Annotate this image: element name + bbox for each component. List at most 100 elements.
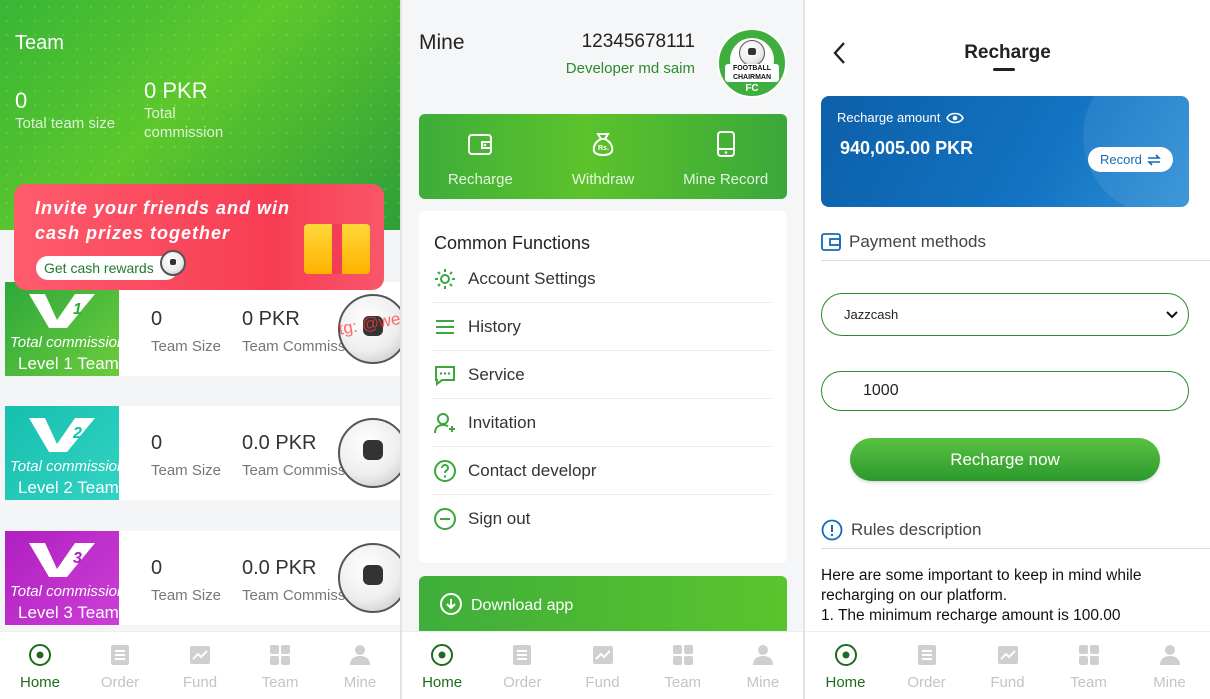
tab-order[interactable]: Order [886,632,967,699]
account-settings-item[interactable]: Account Settings [432,255,773,303]
soccer-ball-icon [429,642,455,668]
tab-order[interactable]: Order [80,632,160,699]
recharge-now-button[interactable]: Recharge now [850,438,1160,481]
tab-label: Order [100,674,140,691]
user-icon [1157,642,1183,668]
user-id: 12345678111 [581,31,695,52]
mine-panel: Mine 12345678111 Developer md saim FOOTB… [402,0,803,699]
total-commission-tag: Total commission [10,583,125,600]
tab-label: Fund [990,674,1025,691]
tab-team[interactable]: Team [240,632,320,699]
tab-label: Mine [746,674,780,691]
list-icon [107,642,133,668]
logo-line2: CHAIRMAN [732,74,772,81]
recharge-panel: Recharge Recharge amount 940,005.00 PKR … [805,0,1210,699]
tab-team[interactable]: Team [1048,632,1129,699]
tab-home[interactable]: Home [805,632,886,699]
invitation-item[interactable]: Invitation [432,399,773,447]
tab-fund[interactable]: Fund [562,632,642,699]
tab-order[interactable]: Order [482,632,562,699]
tab-home[interactable]: Home [0,632,80,699]
commission-word: commission [41,458,126,475]
tab-label: Team [664,674,702,691]
gear-icon [432,266,458,292]
commission-word: commission [41,583,126,600]
grid-icon [267,642,293,668]
team-size-label: Team Size [151,587,222,604]
tab-label: Home [422,674,463,691]
grid-icon [670,642,696,668]
level-3-card[interactable]: 3 Total commission Level 3 Team 0 Team S… [5,531,400,625]
info-icon [821,519,843,540]
tab-fund[interactable]: Fund [967,632,1048,699]
page-title: Recharge [964,42,1051,63]
chevron-down-icon [1166,308,1178,322]
vip-v-icon: 1 [29,294,95,328]
team-size-value: 0 [151,308,163,330]
team-size-label: Team Size [151,338,222,355]
avatar[interactable]: FOOTBALL CHAIRMAN FC [717,28,787,98]
team-size-label: Total team size [15,115,116,132]
payment-method-select[interactable]: Jazzcash [821,293,1189,336]
action-label: Mine Record [683,171,769,188]
question-icon [432,458,458,484]
mine-record-button[interactable]: Mine Record [664,114,787,199]
team-size-value: 0 [15,88,28,113]
sign-out-item[interactable]: Sign out [432,495,773,543]
soccer-ball-icon [27,642,53,668]
item-label: Account Settings [468,268,596,288]
action-label: Withdraw [571,171,635,188]
chat-icon [432,362,458,388]
level-2-card[interactable]: 2 Total commission Level 2 Team 0 Team S… [5,406,400,500]
tab-mine[interactable]: Mine [1129,632,1210,699]
invite-banner[interactable]: Invite your friends and win cash prizes t… [14,184,384,290]
contact-developer-item[interactable]: Contact developr [432,447,773,495]
rules-item-1: 1. The minimum recharge amount is 100.00 [821,607,1121,624]
tab-label: Order [907,674,946,691]
level-3-badge: 3 Total commission Level 3 Team [5,531,125,625]
team-size-label: Team Size [151,462,222,479]
add-user-icon [432,410,458,436]
service-item[interactable]: Service [432,351,773,399]
amount-input[interactable] [821,371,1189,411]
total-commission-tag: Total commission [10,334,125,351]
title-underline [993,68,1015,71]
level-label: Level 1 Team [18,354,119,373]
record-button[interactable]: Record [1088,147,1173,172]
get-cash-rewards-button[interactable]: Get cash rewards [36,256,178,280]
tab-label: Mine [343,674,377,691]
download-label: Download app [471,597,574,614]
team-panel: Team 0 Total team size 0 PKR Total commis… [0,0,400,699]
quick-actions: Recharge Rs. Withdraw Mine Record [419,114,787,199]
logo-text: FOOTBALL CHAIRMAN [725,64,779,82]
chart-icon [995,642,1021,668]
tab-fund[interactable]: Fund [160,632,240,699]
action-label: Recharge [447,171,513,188]
tab-label: Home [19,674,60,691]
soccer-ball-icon [160,250,186,276]
vip-v-icon: 3 [29,543,95,577]
amount-label-row: Recharge amount [837,110,965,125]
team-size-stat: 0 Total team size [15,88,115,133]
recharge-button[interactable]: Recharge [419,114,542,199]
tab-home[interactable]: Home [402,632,482,699]
eye-icon[interactable] [946,111,965,125]
history-item[interactable]: History [432,303,773,351]
withdraw-button[interactable]: Rs. Withdraw [542,114,665,199]
chart-icon [590,642,616,668]
soccer-ball-icon [739,40,765,66]
soccer-ball-icon [833,642,859,668]
download-app-button[interactable]: Download app [419,576,787,636]
tab-mine[interactable]: Mine [320,632,400,699]
badge-number: 1 [73,301,82,318]
commission-label: Total commission [144,104,223,142]
list-icon [914,642,940,668]
tab-team[interactable]: Team [643,632,723,699]
payment-methods-header: Payment methods [821,223,1210,261]
user-name: Developer md saim [565,60,695,77]
commission-label-line2: commission [144,124,224,141]
logo-fc: FC [745,83,759,94]
team-size-value: 0 [151,557,163,579]
tab-mine[interactable]: Mine [723,632,803,699]
download-icon [439,592,463,621]
